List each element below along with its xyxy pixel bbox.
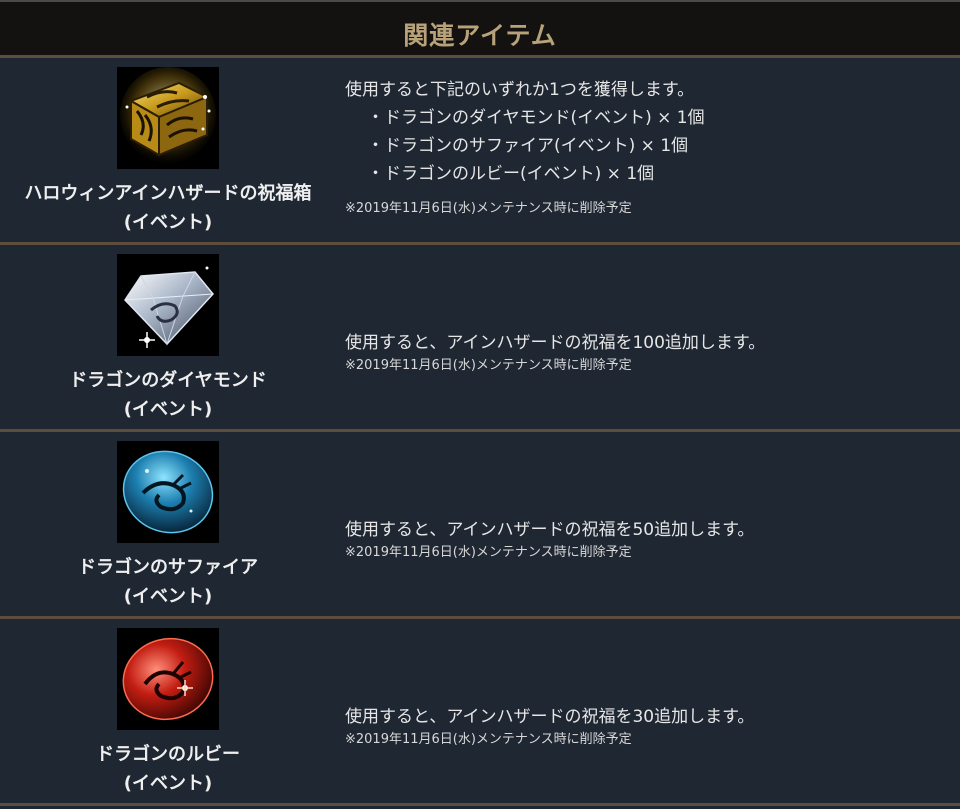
bullet-item: ・ドラゴンのサファイア(イベント) × 1個 bbox=[367, 136, 689, 156]
item-row-halloween-box: ハロウィンアインハザードの祝福箱 (イベント) 使用すると下記のいずれか1つを獲… bbox=[0, 58, 960, 245]
item-description-column: 使用すると、アインハザードの祝福を50追加します。 ※2019年11月6日(水)… bbox=[336, 432, 960, 616]
related-items-panel: 関連アイテム ハロウィンアインハザードの祝福箱 (イベント) 使用すると下記のい… bbox=[0, 0, 960, 809]
item-name-line1: ハロウィンアインハザードの祝福箱 bbox=[24, 183, 312, 204]
deletion-note: ※2019年11月6日(水)メンテナンス時に削除予定 bbox=[345, 358, 632, 373]
item-name-line2: (イベント) bbox=[123, 399, 213, 420]
item-description-column: 使用すると、アインハザードの祝福を30追加します。 ※2019年11月6日(水)… bbox=[336, 619, 960, 803]
item-name-line1: ドラゴンのルビー bbox=[96, 744, 240, 765]
item-row-dragon-ruby: ドラゴンのルビー (イベント) 使用すると、アインハザードの祝福を30追加します… bbox=[0, 619, 960, 806]
dragon-sapphire-icon bbox=[117, 441, 219, 543]
item-description-column: 使用すると下記のいずれか1つを獲得します。 ・ドラゴンのダイヤモンド(イベント)… bbox=[336, 58, 960, 242]
item-name-line1: ドラゴンのサファイア bbox=[78, 557, 258, 578]
item-description: 使用すると、アインハザードの祝福を100追加します。 ※2019年11月6日(水… bbox=[345, 329, 765, 375]
item-left-column: ドラゴンのルビー (イベント) bbox=[0, 619, 336, 803]
item-name-line2: (イベント) bbox=[123, 586, 213, 607]
item-name-line2: (イベント) bbox=[123, 212, 213, 233]
dragon-diamond-icon bbox=[117, 254, 219, 356]
description-text: 使用すると、アインハザードの祝福を100追加します。 bbox=[345, 333, 766, 353]
bullet-item: ・ドラゴンのダイヤモンド(イベント) × 1個 bbox=[367, 108, 705, 128]
deletion-note: ※2019年11月6日(水)メンテナンス時に削除予定 bbox=[345, 201, 632, 216]
item-left-column: ハロウィンアインハザードの祝福箱 (イベント) bbox=[0, 58, 336, 242]
item-left-column: ドラゴンのダイヤモンド (イベント) bbox=[0, 245, 336, 429]
description-text: 使用すると、アインハザードの祝福を30追加します。 bbox=[345, 707, 755, 727]
golden-treasure-chest-icon bbox=[117, 67, 219, 169]
item-name: ドラゴンのダイヤモンド (イベント) bbox=[0, 366, 336, 424]
deletion-note: ※2019年11月6日(水)メンテナンス時に削除予定 bbox=[345, 732, 632, 747]
item-name-line2: (イベント) bbox=[123, 773, 213, 794]
bullet-item: ・ドラゴンのルビー(イベント) × 1個 bbox=[367, 164, 655, 184]
item-description: 使用すると、アインハザードの祝福を50追加します。 ※2019年11月6日(水)… bbox=[345, 516, 754, 562]
item-name: ドラゴンのルビー (イベント) bbox=[0, 740, 336, 798]
description-text: 使用すると下記のいずれか1つを獲得します。 bbox=[345, 80, 695, 100]
item-row-dragon-sapphire: ドラゴンのサファイア (イベント) 使用すると、アインハザードの祝福を50追加し… bbox=[0, 432, 960, 619]
item-description: 使用すると下記のいずれか1つを獲得します。 ・ドラゴンのダイヤモンド(イベント)… bbox=[345, 76, 705, 218]
item-name: ハロウィンアインハザードの祝福箱 (イベント) bbox=[0, 179, 336, 237]
item-left-column: ドラゴンのサファイア (イベント) bbox=[0, 432, 336, 616]
item-description: 使用すると、アインハザードの祝福を30追加します。 ※2019年11月6日(水)… bbox=[345, 703, 754, 749]
dragon-ruby-icon bbox=[117, 628, 219, 730]
item-name-line1: ドラゴンのダイヤモンド bbox=[69, 370, 267, 391]
item-row-dragon-diamond: ドラゴンのダイヤモンド (イベント) 使用すると、アインハザードの祝福を100追… bbox=[0, 245, 960, 432]
section-header: 関連アイテム bbox=[0, 0, 960, 58]
section-title: 関連アイテム bbox=[403, 20, 557, 50]
deletion-note: ※2019年11月6日(水)メンテナンス時に削除予定 bbox=[345, 545, 632, 560]
item-name: ドラゴンのサファイア (イベント) bbox=[0, 553, 336, 611]
item-description-column: 使用すると、アインハザードの祝福を100追加します。 ※2019年11月6日(水… bbox=[336, 245, 960, 429]
description-text: 使用すると、アインハザードの祝福を50追加します。 bbox=[345, 520, 755, 540]
